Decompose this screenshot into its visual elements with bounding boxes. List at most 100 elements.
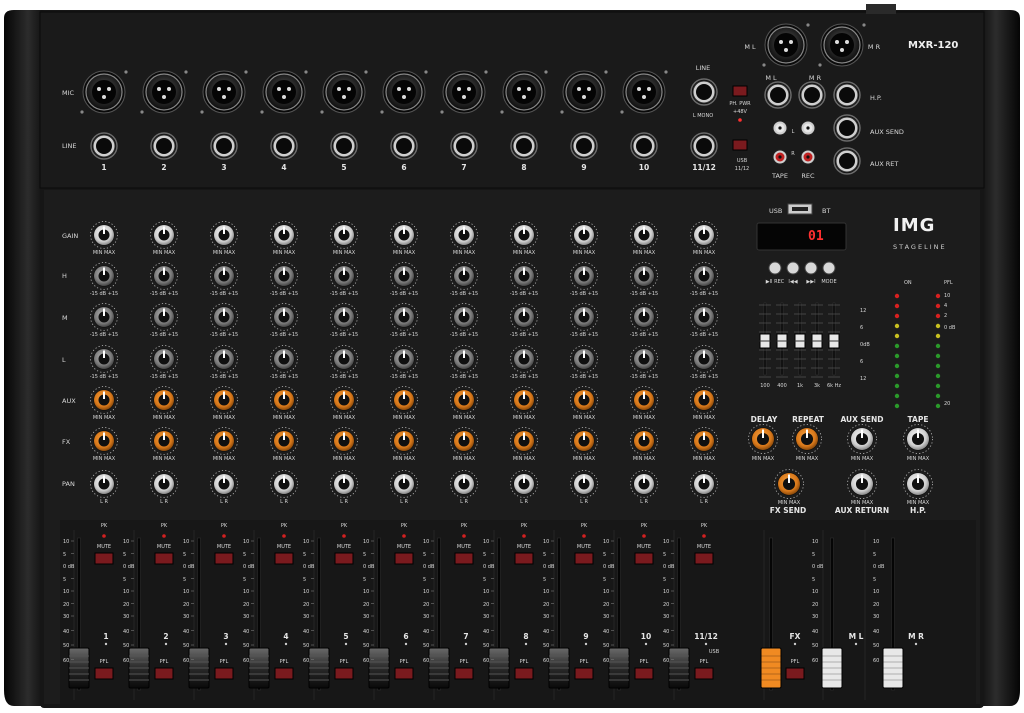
rec-output-rca-left[interactable] [800,120,816,136]
line-input-jack-9[interactable] [570,132,598,160]
fader-scale-ch2-1: 5 [123,551,127,558]
line-input-jack-6[interactable] [390,132,418,160]
mute-button-ch10[interactable] [634,552,654,565]
tape-input-rca-right-pin [778,155,782,159]
line-input-jack-3[interactable] [210,132,238,160]
fader-scale-ch2-7: 40 [123,628,130,635]
main-out-xlr-right-screw [818,63,822,67]
mute-button-ch3[interactable] [214,552,234,565]
line-input-jack-4[interactable] [270,132,298,160]
fader-scale-ch3-9: 60 [183,657,190,664]
pfl-button-ch6[interactable] [394,667,414,680]
fader-scale-ch3-7: 40 [183,628,190,635]
mute-button-ch1[interactable] [94,552,114,565]
fader-scale-ch8-0: 10 [483,539,490,545]
line-input-jack-5[interactable] [330,132,358,160]
mute-button-ch2[interactable] [154,552,174,565]
fader-scale-ch9-7: 40 [543,628,550,635]
pfl-button-ch7[interactable] [454,667,474,680]
l-scale-label-ch3: -15 dB +15 [209,374,239,380]
phantom-power-switch[interactable] [732,85,748,97]
pfl-button-ch8[interactable] [514,667,534,680]
stereo-line-input-r[interactable] [690,132,718,160]
channel-number-top-4: 4 [281,163,287,172]
player-button-4[interactable] [822,261,836,275]
fader-scale-ch4-0: 10 [243,539,250,545]
eq-scale-1: 6 [860,325,864,331]
line-input-jack-2[interactable] [150,132,178,160]
pfl-button-ch10[interactable] [634,667,654,680]
aux-scale-label-ch11/12: MIN MAX [692,415,716,421]
pfl-button-ch5[interactable] [334,667,354,680]
pfl-label-ch3: PFL [219,659,229,665]
usb-source-switch[interactable] [732,139,748,151]
player-display [756,222,847,251]
fader-scale-ch6-4: 10 [363,589,370,595]
line-input-jack-10[interactable] [630,132,658,160]
player-button-2[interactable] [786,261,800,275]
m-scale-label-ch1: -15 dB +15 [89,332,119,338]
tape-input-rca-right[interactable] [772,149,788,165]
pk-label-ch8: PK [520,523,528,529]
stereo-line-input-l[interactable] [690,78,718,106]
main-out-xlr-left-pin [784,48,788,52]
mic-input-xlr-5-pin [337,87,341,91]
fader-scale-ch5-3: 5 [303,576,307,583]
line-input-jack-8[interactable] [510,132,538,160]
pfl-button-ch2[interactable] [154,667,174,680]
pfl-button-fx[interactable] [785,667,805,680]
fx-knob-scale-0: MIN MAX [751,456,775,462]
meter-scale-label-3: 0 dB [944,325,956,331]
fx-scale-label-ch6: MIN MAX [392,456,416,462]
mute-button-ch11/12[interactable] [694,552,714,565]
h-scale-label-ch2: -15 dB +15 [149,291,179,297]
mute-button-ch7[interactable] [454,552,474,565]
label-main-l-xlr: M L [744,43,756,51]
mute-button-ch5[interactable] [334,552,354,565]
mute-button-ch6[interactable] [394,552,414,565]
pk-led-ch9 [582,534,586,538]
aux-scale-label-ch3: MIN MAX [212,415,236,421]
channel-number-bottom-11/12: 11/12 [694,632,718,641]
pfl-button-ch1[interactable] [94,667,114,680]
mute-button-ch9[interactable] [574,552,594,565]
pfl-button-ch3[interactable] [214,667,234,680]
channel-number-bottom-2: 2 [163,632,169,641]
master-scale-0-2: 0 dB [812,564,824,570]
tape-input-rca-left[interactable] [772,120,788,136]
label-hp-level: H.P. [909,506,927,515]
fader-scale-ch1-7: 40 [63,628,70,635]
mic-input-xlr-3-socket [212,80,236,104]
aux-scale-label-ch8: MIN MAX [512,415,536,421]
label-rec: REC [801,172,815,180]
headphone-jack[interactable] [833,81,861,109]
rec-output-rca-right[interactable] [800,149,816,165]
mic-input-xlr-7-socket [452,80,476,104]
fader-scale-ch3-0: 10 [183,539,190,545]
mute-button-ch4[interactable] [274,552,294,565]
fx-scale-label-ch2: MIN MAX [152,456,176,462]
m-scale-label-ch5: -15 dB +15 [329,332,359,338]
pk-led-ch4 [282,534,286,538]
pfl-button-ch4[interactable] [274,667,294,680]
main-out-jack-right[interactable] [798,81,826,109]
main-out-jack-left[interactable] [764,81,792,109]
gain-scale-label-ch9: MIN MAX [572,250,596,256]
main-out-jack-right-hole [804,87,820,103]
pfl-button-ch9[interactable] [574,667,594,680]
main-out-xlr-left-screw [806,23,810,27]
row-label-gain: GAIN [62,232,79,240]
mute-button-ch8[interactable] [514,552,534,565]
line-input-jack-7[interactable] [450,132,478,160]
player-button-3[interactable] [804,261,818,275]
master-scale-1-1: 5 [873,551,877,558]
player-button-1[interactable] [768,261,782,275]
fader-scale-ch6-8: 50 [363,643,370,649]
pfl-button-ch11/12[interactable] [694,667,714,680]
master-label-mr: M R [908,632,924,641]
aux-return-jack[interactable] [833,147,861,175]
line-input-jack-1[interactable] [90,132,118,160]
aux-send-jack[interactable] [833,114,861,142]
meter-led-left-11 [894,293,900,299]
meter-led-left-0 [894,403,900,409]
